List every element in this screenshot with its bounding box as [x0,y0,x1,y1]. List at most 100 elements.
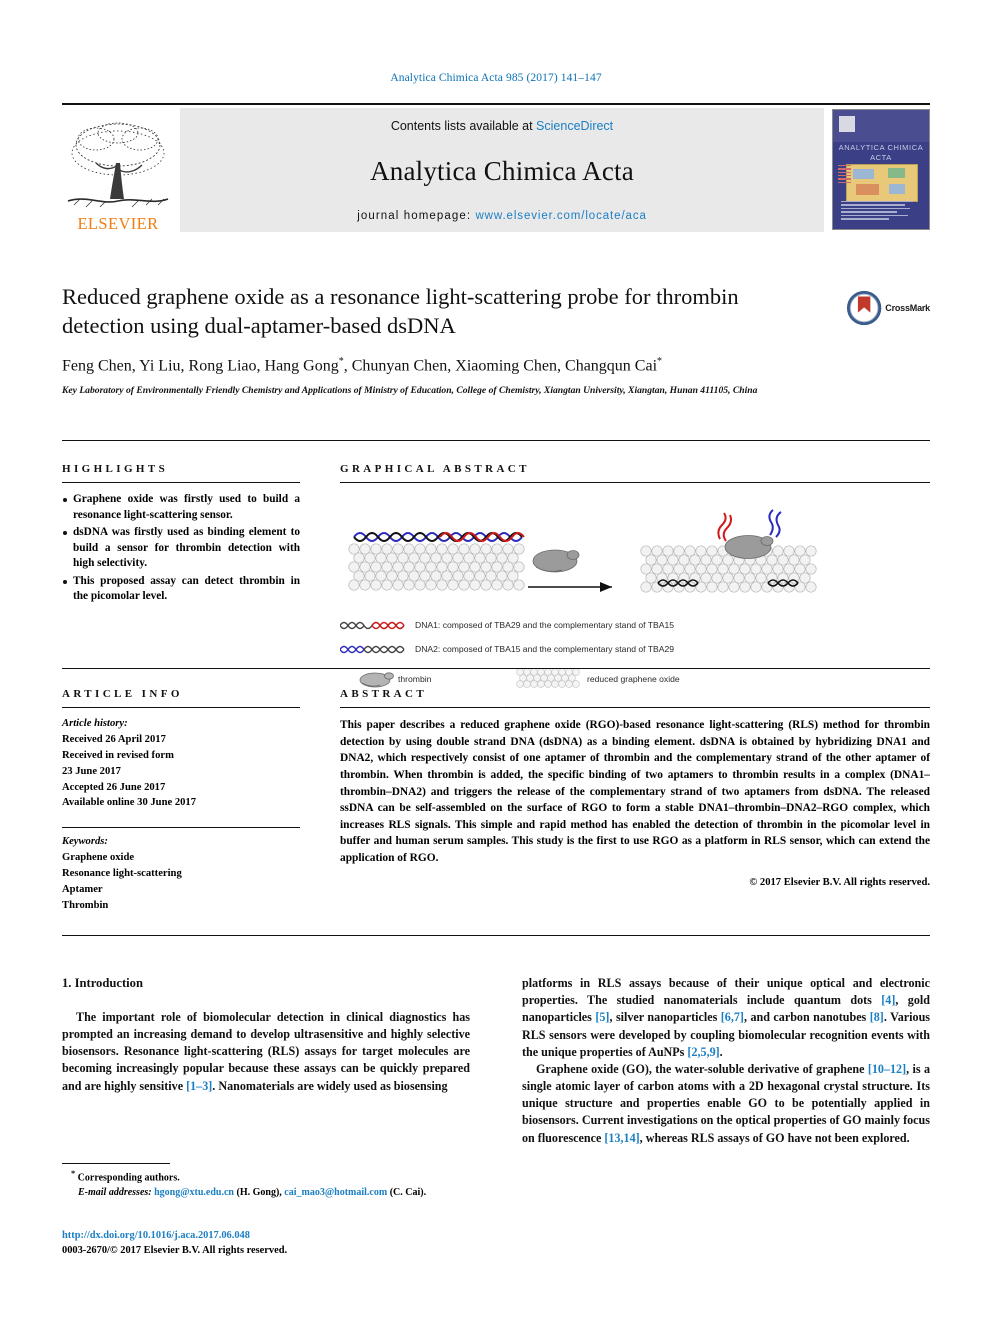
intro-paragraph-left: The important role of biomolecular detec… [62,1009,470,1095]
corresponding-authors-text: Corresponding authors. [77,1172,180,1184]
graphical-abstract-svg [348,509,817,593]
intro-paragraph-right-1: platforms in RLS assays because of their… [522,975,930,1061]
history-online: Available online 30 June 2017 [62,797,197,809]
journal-title: Analytica Chimica Acta [370,156,634,186]
legend-dna2-label: DNA2: composed of TBA15 and the compleme… [415,644,675,655]
email-addresses-line: E-mail addresses: hgong@xtu.edu.cn (H. G… [62,1185,470,1200]
journal-article-page: Analytica Chimica Acta 985 (2017) 141–14… [0,0,992,1323]
highlights-rule [62,482,300,483]
doi-footer: http://dx.doi.org/10.1016/j.aca.2017.06.… [62,1228,492,1258]
contents-available-line: Contents lists available at ScienceDirec… [391,119,613,133]
keywords-label: Keywords: [62,836,108,848]
left-graphene-sheet [348,543,525,591]
corresponding-authors-line: * Corresponding authors. [62,1168,470,1185]
crossmark-icon [846,290,882,326]
keywords-rule [62,827,300,829]
history-revised-label: Received in revised form [62,749,174,761]
journal-homepage-line: journal homepage: www.elsevier.com/locat… [357,210,647,222]
history-accepted: Accepted 26 June 2017 [62,781,166,793]
legend-thrombin-label: thrombin [398,673,432,684]
citation-8[interactable]: [8] [870,1010,884,1024]
citation-6-7[interactable]: [6,7] [721,1010,744,1024]
list-item: dsDNA was firstly used as binding elemen… [62,525,300,572]
intro-right-text-f: . [719,1044,723,1059]
legend-dna2-row: DNA2: composed of TBA15 and the compleme… [340,643,930,656]
divider-above-info [62,668,930,669]
dna2-strand-icon [340,645,405,654]
graphical-abstract-heading: GRAPHICAL ABSTRACT [340,463,530,475]
abstract-rule [340,707,930,708]
intro-left-text-b: . Nanomaterials are widely used as biose… [212,1078,448,1093]
keyword-item: Thrombin [62,899,109,911]
page-title: Reduced graphene oxide as a resonance li… [62,284,739,338]
introduction-right-column: platforms in RLS assays because of their… [522,975,930,1147]
corresponding-marker-2: * [657,355,663,367]
intro-paragraph-right-2: Graphene oxide (GO), the water-soluble d… [522,1061,930,1147]
citation-13-14[interactable]: [13,14] [604,1131,639,1145]
thrombin-and-arrow [528,549,612,592]
corresponding-author-footnote: * Corresponding authors. E-mail addresse… [62,1163,470,1200]
cover-publisher-logo [839,116,855,132]
keyword-item: Resonance light-scattering [62,868,182,880]
intro-right2-text-c: , whereas RLS assays of GO have not been… [639,1130,910,1145]
journal-band: Contents lists available at ScienceDirec… [180,108,824,232]
sciencedirect-link[interactable]: ScienceDirect [536,119,613,133]
intro-right-text-a: platforms in RLS assays because of their… [522,976,930,1008]
history-revised-date: 23 June 2017 [62,765,121,777]
keywords-block: Keywords: Graphene oxide Resonance light… [62,834,300,913]
doi-link[interactable]: http://dx.doi.org/10.1016/j.aca.2017.06.… [62,1228,492,1243]
email-label: E-mail addresses: [78,1187,152,1199]
highlights-list: Graphene oxide was firstly used to build… [62,492,300,605]
highlights-section: HIGHLIGHTS Graphene oxide was firstly us… [62,463,300,607]
email-link-cai[interactable]: cai_mao3@hotmail.com [284,1187,387,1198]
elsevier-tree-icon [67,122,169,207]
crossmark-badge[interactable]: CrossMark [846,289,930,327]
left-dsdna [353,532,525,542]
authors-part-1: Feng Chen, Yi Liu, Rong Liao, Hang Gong [62,356,339,374]
intro-right-text-c: , silver nanoparticles [609,1010,721,1025]
contents-prefix: Contents lists available at [390,119,537,133]
history-received: Received 26 April 2017 [62,733,166,745]
graphical-abstract-figure [340,495,930,613]
abstract-heading: ABSTRACT [340,688,428,700]
article-info-rule [62,707,300,708]
running-head: Analytica Chimica Acta 985 (2017) 141–14… [390,72,602,84]
affiliation: Key Laboratory of Environmentally Friend… [62,384,758,396]
footnote-rule [62,1163,170,1164]
introduction-left-column: 1. Introduction The important role of bi… [62,975,470,1095]
citation-2-5-9[interactable]: [2,5,9] [687,1045,719,1059]
elsevier-wordmark: ELSEVIER [77,213,159,233]
citation-5[interactable]: [5] [595,1010,609,1024]
citation-10-12[interactable]: [10–12] [868,1062,906,1076]
cover-side-marks [838,164,851,185]
keyword-item: Aptamer [62,884,103,896]
legend-dna1-row: DNA1: composed of TBA29 and the compleme… [340,619,930,632]
list-item: Graphene oxide was firstly used to build… [62,492,300,523]
email-owner-gong: (H. Gong), [236,1187,282,1199]
article-history: Article history: Received 26 April 2017 … [62,716,300,811]
email-link-gong[interactable]: hgong@xtu.edu.cn [154,1187,234,1198]
crossmark-label: CrossMark [885,303,930,313]
thrombin-icon [359,672,394,688]
article-info-heading: ARTICLE INFO [62,688,183,700]
authors-part-2: , Chunyan Chen, Xiaoming Chen, Changqun … [343,356,658,374]
journal-masthead: ELSEVIER Contents lists available at Sci… [62,103,930,233]
intro-right2-text-a: Graphene oxide (GO), the water-soluble d… [536,1061,868,1076]
list-item: This proposed assay can detect thrombin … [62,574,300,605]
homepage-prefix: journal homepage: [357,210,476,222]
footnote-marker: * [71,1169,76,1178]
graphical-abstract-rule [340,482,930,483]
cover-text-lines [840,200,922,222]
journal-cover-thumbnail[interactable]: ANALYTICA CHIMICA ACTA [832,109,930,230]
journal-homepage-link[interactable]: www.elsevier.com/locate/aca [475,210,646,222]
cover-title: ANALYTICA CHIMICA ACTA [838,143,924,162]
citation-4[interactable]: [4] [881,993,895,1007]
cover-artwork [846,163,918,203]
abstract-section: ABSTRACT This paper describes a reduced … [340,688,930,888]
legend-dna1-label: DNA1: composed of TBA29 and the compleme… [415,620,675,631]
citation-1-3[interactable]: [1–3] [186,1079,212,1093]
abstract-text: This paper describes a reduced graphene … [340,719,930,865]
author-list: Feng Chen, Yi Liu, Rong Liao, Hang Gong *… [62,355,930,377]
email-owner-cai: (C. Cai). [389,1187,427,1199]
divider-below-abstract [62,935,930,936]
